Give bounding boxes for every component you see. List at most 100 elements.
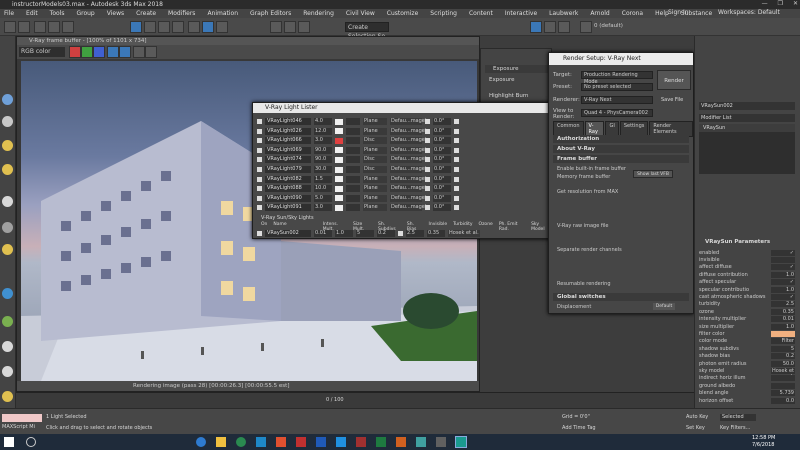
light-on-checkbox[interactable] [257, 128, 262, 134]
light-name[interactable]: VRayLight079 [265, 166, 311, 173]
menu-civil-view[interactable]: Civil View [346, 10, 375, 17]
spacewarp-icon[interactable] [2, 222, 13, 233]
light-flag-checkbox[interactable] [425, 167, 430, 172]
light-shape[interactable]: Disc [363, 156, 387, 164]
light-name[interactable]: VRayLight074 [265, 156, 311, 164]
workspace-selector[interactable]: Workspaces: Default [718, 9, 780, 16]
light-row[interactable]: VRayLight074 90.0 Disc Defau...mage) 0.0° [257, 155, 549, 164]
auto-key-button[interactable]: Auto Key [686, 414, 708, 420]
light-flag-checkbox[interactable] [425, 147, 430, 153]
light-multiplier[interactable]: 90.0 [314, 156, 332, 164]
light-on-checkbox[interactable] [257, 195, 262, 201]
light-temp[interactable] [346, 194, 360, 202]
render-frame-icon[interactable] [544, 21, 556, 33]
light-color-swatch[interactable] [335, 118, 343, 125]
light-row[interactable]: VRayLight082 1.5 Plane Defau...mage) 0.0° [257, 175, 549, 184]
light-default[interactable]: Defau...mage) [390, 118, 427, 125]
param-value[interactable]: 0.0 [771, 397, 795, 404]
vray-raw-checkbox[interactable]: V-Ray raw image file [557, 223, 608, 229]
green-channel-icon[interactable] [81, 46, 93, 58]
light-multiplier[interactable]: 3.0 [314, 204, 332, 212]
section-about-vray[interactable]: About V-Ray [553, 145, 689, 153]
minimize-button[interactable]: — [762, 0, 768, 7]
selection-set-dropdown[interactable]: Create Selection Se [345, 22, 389, 40]
menu-customize[interactable]: Customize [387, 10, 419, 17]
light-color-swatch[interactable] [335, 137, 343, 144]
light-name[interactable]: VRayLight046 [265, 118, 311, 125]
rect-select-icon[interactable] [158, 21, 170, 33]
param-row[interactable]: diffuse contribution 1.0 [699, 271, 795, 278]
menu-animation[interactable]: Animation [207, 10, 238, 17]
layer-icon[interactable] [580, 21, 592, 33]
light-angle[interactable]: 0.0° [433, 185, 451, 193]
snap-icon[interactable] [270, 21, 282, 33]
separate-channels-checkbox[interactable]: Separate render channels [557, 247, 622, 253]
param-row[interactable]: affect specular ✓ [699, 279, 795, 286]
move-icon[interactable] [188, 21, 200, 33]
get-resolution-checkbox[interactable]: Get resolution from MAX [557, 189, 618, 195]
light-angle[interactable]: 0.0° [433, 194, 451, 202]
select-icon[interactable] [130, 21, 142, 33]
sun-sky-model[interactable]: Hosek et al. [448, 230, 480, 237]
light-flag2-checkbox[interactable] [454, 128, 459, 134]
light-color-swatch[interactable] [335, 156, 343, 163]
param-row[interactable]: cast atmospheric shadows ✓ [699, 293, 795, 300]
light-color-swatch[interactable] [335, 185, 343, 192]
param-value[interactable]: 5 [771, 345, 795, 352]
save-image-icon[interactable] [133, 46, 145, 58]
rotate-icon[interactable] [202, 21, 214, 33]
param-value[interactable] [771, 375, 795, 382]
light-on-checkbox[interactable] [257, 138, 262, 144]
sun-row[interactable]: VRaySun002 0.01 1.0 5 0.2 2.5 0.35 Hosek… [257, 229, 549, 238]
light-color-swatch[interactable] [335, 166, 343, 173]
shape-icon[interactable] [2, 116, 13, 127]
object-name-field[interactable]: VRaySun002 [699, 102, 795, 110]
sphere-icon[interactable] [2, 94, 13, 105]
light-multiplier[interactable]: 30.0 [314, 166, 332, 173]
sun-on-checkbox[interactable] [257, 231, 262, 236]
light-multiplier[interactable]: 10.0 [314, 185, 332, 193]
menu-modifiers[interactable]: Modifiers [168, 10, 195, 17]
render-button[interactable]: Render [657, 70, 691, 90]
light-flag2-checkbox[interactable] [454, 205, 459, 211]
light-name[interactable]: VRayLight066 [265, 137, 311, 145]
redo-icon[interactable] [18, 21, 30, 33]
show-last-vfb-button[interactable]: Show last VFB [633, 170, 673, 178]
link-icon[interactable] [34, 21, 46, 33]
param-row[interactable]: blend angle 5.739 [699, 390, 795, 397]
light-temp[interactable] [346, 137, 360, 145]
excel-icon[interactable] [376, 437, 386, 447]
light-flag-checkbox[interactable] [425, 205, 430, 211]
light-on-checkbox[interactable] [257, 147, 262, 153]
light-name[interactable]: VRayLight088 [265, 185, 311, 193]
light-flag-checkbox[interactable] [425, 186, 430, 192]
light-flag2-checkbox[interactable] [454, 157, 459, 163]
light-name[interactable]: VRayLight069 [265, 146, 311, 154]
light-row[interactable]: VRayLight088 10.0 Plane Defau...mage) 0.0° [257, 184, 549, 193]
box-icon[interactable] [2, 366, 13, 377]
light-shape[interactable]: Plane [363, 175, 387, 183]
timeline[interactable]: 0 / 100 [16, 392, 694, 408]
param-row[interactable]: ozone 0.35 [699, 308, 795, 315]
light-shape[interactable]: Plane [363, 204, 387, 212]
resumable-rendering-checkbox[interactable]: Resumable rendering [557, 281, 611, 287]
param-row[interactable]: invisible [699, 256, 795, 263]
param-row[interactable]: ground albedo [699, 382, 795, 389]
sun-subdivs[interactable]: 5 [356, 230, 374, 237]
light-multiplier[interactable]: 5.0 [314, 194, 332, 202]
light-default[interactable]: Defau...mage) [390, 185, 427, 193]
light-angle[interactable]: 0.0° [433, 127, 451, 135]
window-crossing-icon[interactable] [172, 21, 184, 33]
param-row[interactable]: affect diffuse ✓ [699, 264, 795, 271]
light-default[interactable]: Defau...mage) [390, 194, 427, 202]
layer-dropdown[interactable]: 0 (default) [594, 23, 623, 29]
param-row[interactable]: shadow bias 0.2 [699, 353, 795, 360]
section-frame-buffer[interactable]: Frame buffer [553, 155, 689, 163]
light-row[interactable]: VRayLight046 4.0 Plane Defau...mage) 0.0° [257, 117, 549, 126]
angle-snap-icon[interactable] [284, 21, 296, 33]
param-value[interactable]: 1.0 [771, 286, 795, 293]
clock-time[interactable]: 12:58 PM [752, 435, 775, 441]
param-value[interactable] [771, 382, 795, 389]
param-row[interactable]: indirect horiz illum [699, 375, 795, 382]
menu-create[interactable]: Create [136, 10, 156, 17]
